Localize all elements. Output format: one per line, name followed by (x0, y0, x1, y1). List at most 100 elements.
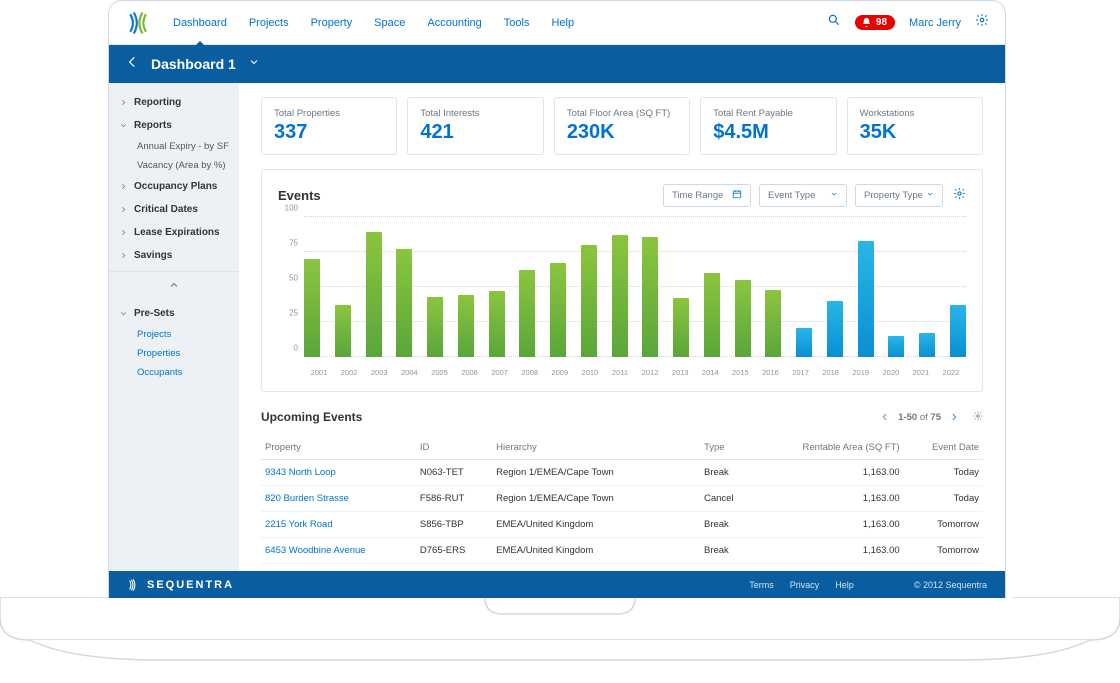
sidebar-item-reporting[interactable]: Reporting (109, 91, 239, 114)
sidebar-item-reports[interactable]: Reports (109, 114, 239, 137)
notifications-button[interactable]: 98 (855, 15, 895, 30)
table-row: 6453 Woodbine AvenueD765-ERSEMEA/United … (261, 538, 983, 564)
table-settings-icon[interactable] (973, 411, 983, 424)
page-footer: SEQUENTRA TermsPrivacyHelp © 2012 Sequen… (109, 571, 1005, 599)
chart-bar (396, 249, 412, 357)
preset-occupants[interactable]: Occupants (109, 363, 239, 382)
y-tick: 25 (289, 309, 298, 318)
chart-bar (366, 232, 382, 357)
chart-bar (704, 273, 720, 357)
chart-bar (950, 305, 966, 357)
sidebar: ReportingReportsAnnual Expiry - by SFVac… (109, 83, 239, 571)
chart-bar (489, 291, 505, 357)
nav-property[interactable]: Property (311, 13, 353, 33)
user-name[interactable]: Marc Jerry (909, 17, 961, 29)
footer-link-terms[interactable]: Terms (749, 580, 774, 590)
kpi-label: Workstations (860, 108, 970, 119)
chart-bar (827, 301, 843, 357)
footer-copyright: © 2012 Sequentra (914, 580, 987, 590)
main-content: Total Properties337Total Interests421Tot… (239, 83, 1005, 571)
page-subheader: Dashboard 1 (109, 45, 1005, 83)
x-tick: 2015 (725, 368, 755, 377)
chart-bar (919, 333, 935, 357)
property-link[interactable]: 6453 Woodbine Avenue (261, 538, 416, 564)
column-header[interactable]: Type (700, 436, 754, 460)
upcoming-events-title: Upcoming Events (261, 410, 880, 424)
nav-projects[interactable]: Projects (249, 13, 289, 33)
nav-tools[interactable]: Tools (504, 13, 530, 33)
sidebar-subitem[interactable]: Vacancy (Area by %) (109, 156, 239, 175)
chart-bar (796, 328, 812, 357)
nav-help[interactable]: Help (551, 13, 574, 33)
footer-link-privacy[interactable]: Privacy (790, 580, 820, 590)
nav-accounting[interactable]: Accounting (427, 13, 481, 33)
property-link[interactable]: 1537 Badger Road (261, 564, 416, 572)
kpi-label: Total Floor Area (SQ FT) (567, 108, 677, 119)
kpi-card: Total Rent Payable$4.5M (700, 97, 836, 155)
nav-space[interactable]: Space (374, 13, 405, 33)
table-row: 9343 North LoopN063-TETRegion 1/EMEA/Cap… (261, 460, 983, 486)
property-link[interactable]: 9343 North Loop (261, 460, 416, 486)
property-link[interactable]: 820 Burden Strasse (261, 486, 416, 512)
x-tick: 2009 (545, 368, 575, 377)
table-pager: 1-50 of 75 (880, 411, 983, 424)
x-tick: 2001 (304, 368, 334, 377)
chart-bar (735, 280, 751, 357)
kpi-value: 337 (274, 121, 384, 144)
chart-bar (304, 259, 320, 357)
preset-properties[interactable]: Properties (109, 344, 239, 363)
column-header[interactable]: Event Date (904, 436, 983, 460)
chevron-down-icon (830, 190, 838, 201)
filter-event-type[interactable]: Event Type (759, 184, 847, 207)
column-header[interactable]: Rentable Area (SQ FT) (754, 436, 904, 460)
nav-dashboard[interactable]: Dashboard (173, 13, 227, 33)
column-header[interactable]: Hierarchy (492, 436, 700, 460)
chart-bar (427, 297, 443, 357)
page-title: Dashboard 1 (151, 56, 236, 72)
y-tick: 75 (289, 239, 298, 248)
table-row: 1537 Badger RoadK253-TRERegion 1/North A… (261, 564, 983, 572)
table-row: 820 Burden StrasseF586-RUTRegion 1/EMEA/… (261, 486, 983, 512)
footer-link-help[interactable]: Help (835, 580, 854, 590)
x-tick: 2002 (334, 368, 364, 377)
dashboard-dropdown-icon[interactable] (248, 55, 260, 73)
sidebar-item-lease-expirations[interactable]: Lease Expirations (109, 221, 239, 244)
property-link[interactable]: 2215 York Road (261, 512, 416, 538)
filter-time-range[interactable]: Time Range (663, 184, 751, 207)
brand-logo (125, 9, 153, 37)
sidebar-collapse-icon[interactable] (109, 271, 239, 302)
column-header[interactable]: Property (261, 436, 416, 460)
pager-next-icon[interactable] (949, 412, 959, 422)
preset-projects[interactable]: Projects (109, 325, 239, 344)
events-chart: 0255075100 20012002200320042005200620072… (278, 217, 966, 377)
events-panel-title: Events (278, 188, 655, 203)
back-button[interactable] (125, 55, 139, 74)
column-header[interactable]: ID (416, 436, 492, 460)
x-tick: 2008 (515, 368, 545, 377)
x-tick: 2017 (786, 368, 816, 377)
sidebar-subitem[interactable]: Annual Expiry - by SF (109, 137, 239, 156)
x-tick: 2011 (605, 368, 635, 377)
sidebar-item-occupancy-plans[interactable]: Occupancy Plans (109, 175, 239, 198)
panel-settings-icon[interactable] (953, 187, 966, 205)
sidebar-item-critical-dates[interactable]: Critical Dates (109, 198, 239, 221)
upcoming-events-table: PropertyIDHierarchyTypeRentable Area (SQ… (261, 436, 983, 571)
sidebar-item-presets[interactable]: Pre-Sets (109, 302, 239, 325)
filter-property-type[interactable]: Property Type (855, 184, 943, 207)
settings-icon[interactable] (975, 13, 989, 32)
x-tick: 2004 (394, 368, 424, 377)
sidebar-item-savings[interactable]: Savings (109, 244, 239, 267)
x-tick: 2007 (485, 368, 515, 377)
kpi-value: $4.5M (713, 121, 823, 144)
y-tick: 50 (289, 274, 298, 283)
kpi-card: Total Floor Area (SQ FT)230K (554, 97, 690, 155)
laptop-bezel (0, 596, 1120, 666)
x-tick: 2013 (665, 368, 695, 377)
notification-count: 98 (876, 17, 887, 28)
chart-bar (642, 237, 658, 357)
x-tick: 2003 (364, 368, 394, 377)
search-icon[interactable] (827, 13, 841, 32)
x-tick: 2022 (936, 368, 966, 377)
pager-prev-icon[interactable] (880, 412, 890, 422)
x-tick: 2021 (906, 368, 936, 377)
